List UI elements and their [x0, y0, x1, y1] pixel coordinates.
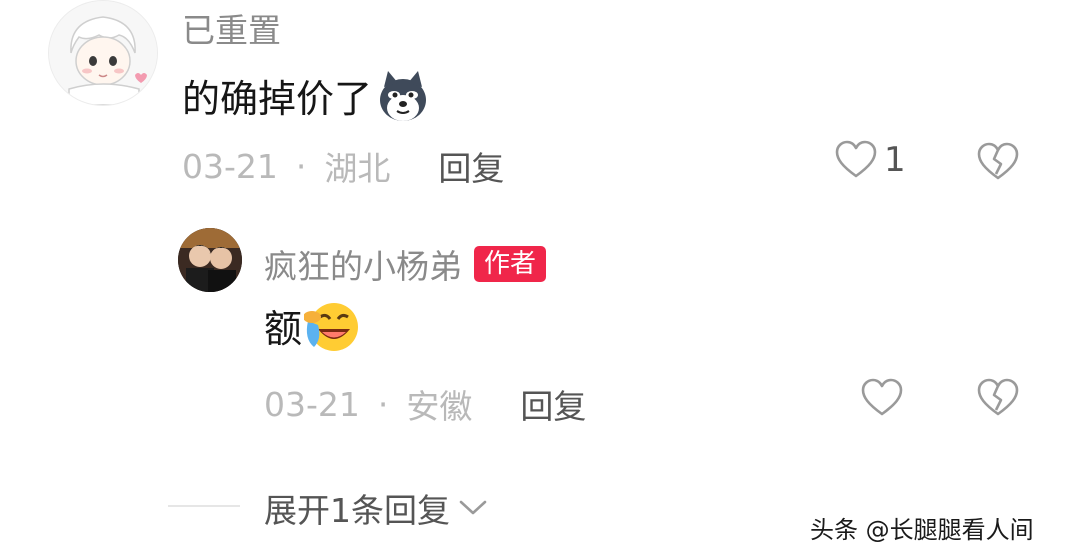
comment-username[interactable]: 已重置 [182, 4, 281, 52]
reply-button[interactable]: 回复 [520, 380, 586, 428]
dislike-button[interactable] [976, 142, 1020, 186]
expand-replies-button[interactable]: 展开1条回复 [264, 484, 488, 532]
comment-location: 湖北 [324, 149, 391, 188]
like-button[interactable] [860, 378, 904, 422]
meta-separator: · [295, 146, 307, 186]
reply-meta: 03-21 · 安徽 回复 [264, 380, 586, 428]
reply-button[interactable]: 回复 [438, 142, 504, 190]
comment-text: 的确掉价了 [182, 77, 373, 121]
author-badge: 作者 [474, 246, 547, 282]
author-avatar[interactable] [178, 228, 242, 292]
watermark: 头条 @长腿腿看人间 [810, 516, 1034, 544]
avatar[interactable] [48, 0, 158, 106]
meta-separator: · [377, 384, 389, 424]
like-button[interactable]: 1 [834, 140, 906, 180]
chevron-down-icon [450, 498, 488, 518]
broken-heart-icon [976, 378, 1020, 418]
two-people-photo-icon [178, 228, 242, 292]
comment-text-row: 的确掉价了 [182, 68, 430, 123]
expand-divider [168, 505, 240, 507]
reply-text: 额 [264, 307, 303, 351]
dislike-button[interactable] [976, 378, 1020, 422]
broken-heart-icon [976, 142, 1020, 182]
reply-username[interactable]: 疯狂的小杨弟 [264, 240, 462, 288]
reply-location: 安徽 [406, 387, 473, 426]
heart-icon [834, 140, 878, 180]
comment-meta: 03-21 · 湖北 回复 [182, 142, 504, 190]
heart-icon [860, 378, 904, 418]
like-count: 1 [884, 140, 906, 180]
anime-avatar-icon [49, 1, 157, 105]
comment-date: 03-21 [182, 146, 278, 186]
reply-date: 03-21 [264, 384, 360, 424]
reply-username-row: 疯狂的小杨弟 作者 [264, 240, 547, 288]
expand-label: 展开1条回复 [264, 491, 450, 530]
reply-text-row: 额 [264, 298, 360, 353]
laugh-crying-emoji-icon [304, 299, 360, 353]
dog-meme-emoji-icon [376, 69, 430, 123]
